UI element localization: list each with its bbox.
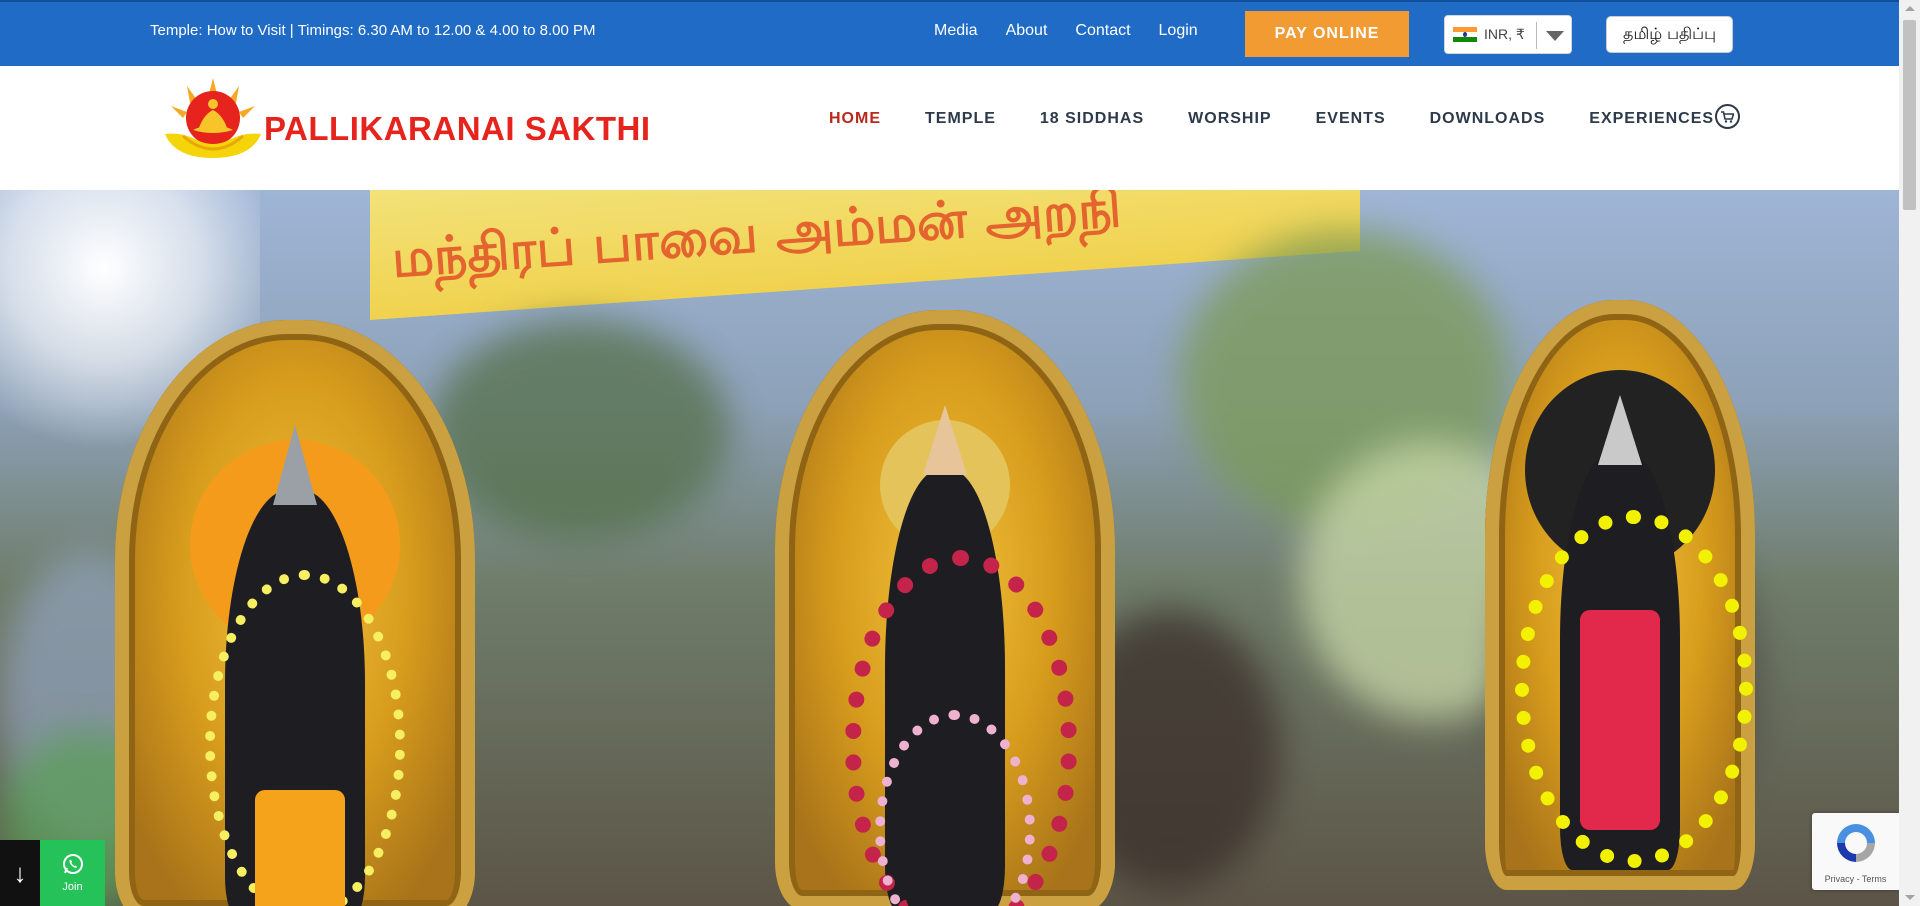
nav-item-experiences[interactable]: EXPERIENCES [1589, 110, 1714, 128]
meditating-lotus-logo-icon [165, 78, 261, 158]
pay-online-button[interactable]: PAY ONLINE [1245, 11, 1409, 57]
recaptcha-terms[interactable]: Privacy - Terms [1812, 874, 1899, 884]
top-link-media[interactable]: Media [934, 22, 978, 40]
site-logo[interactable]: PALLIKARANAI SAKTHI [163, 76, 650, 166]
scroll-down-arrow-icon[interactable] [1905, 895, 1915, 900]
india-flag-icon [1453, 26, 1477, 43]
brand-name: PALLIKARANAI SAKTHI [264, 110, 651, 147]
foliage-blur [430, 320, 730, 540]
scroll-up-arrow-icon[interactable] [1905, 6, 1915, 11]
whatsapp-join-button[interactable]: Join [40, 840, 105, 906]
currency-divider [1536, 22, 1537, 49]
scrollbar-thumb[interactable] [1903, 20, 1916, 210]
deity-left [115, 320, 475, 906]
whatsapp-join-label: Join [62, 881, 83, 893]
recaptcha-icon [1837, 824, 1875, 862]
nav-item-events[interactable]: EVENTS [1316, 110, 1386, 128]
temple-info-text: Temple: How to Visit | Timings: 6.30 AM … [150, 22, 596, 39]
main-header: PALLIKARANAI SAKTHI HOME TEMPLE 18 SIDDH… [0, 66, 1899, 190]
nav-item-worship[interactable]: WORSHIP [1188, 110, 1271, 128]
top-links: Media About Contact Login [934, 22, 1226, 40]
deity-center [775, 310, 1115, 906]
whatsapp-icon [62, 854, 83, 874]
nav-item-18-siddhas[interactable]: 18 SIDDHAS [1040, 110, 1144, 128]
currency-selector[interactable]: INR, ₹ [1444, 15, 1572, 54]
tamil-version-button[interactable]: தமிழ் பதிப்பு [1606, 16, 1733, 53]
chevron-down-icon[interactable] [1546, 31, 1564, 41]
top-link-login[interactable]: Login [1159, 22, 1198, 40]
hero-banner: மந்திரப் பாவை அம்மன் அறநி [0, 190, 1899, 906]
nav-item-downloads[interactable]: DOWNLOADS [1430, 110, 1546, 128]
scroll-down-button[interactable]: ↓ [0, 840, 40, 906]
currency-code: INR, ₹ [1484, 26, 1525, 42]
nav-item-home[interactable]: HOME [829, 110, 881, 128]
cart-icon[interactable] [1715, 104, 1740, 129]
top-bar: Temple: How to Visit | Timings: 6.30 AM … [0, 0, 1899, 66]
page-scrollbar[interactable] [1899, 0, 1920, 906]
deity-right [1485, 300, 1755, 890]
recaptcha-badge[interactable]: Privacy - Terms [1812, 813, 1899, 890]
top-link-contact[interactable]: Contact [1075, 22, 1130, 40]
main-nav: HOME TEMPLE 18 SIDDHAS WORSHIP EVENTS DO… [829, 110, 1758, 128]
nav-item-temple[interactable]: TEMPLE [925, 110, 996, 128]
top-link-about[interactable]: About [1006, 22, 1048, 40]
